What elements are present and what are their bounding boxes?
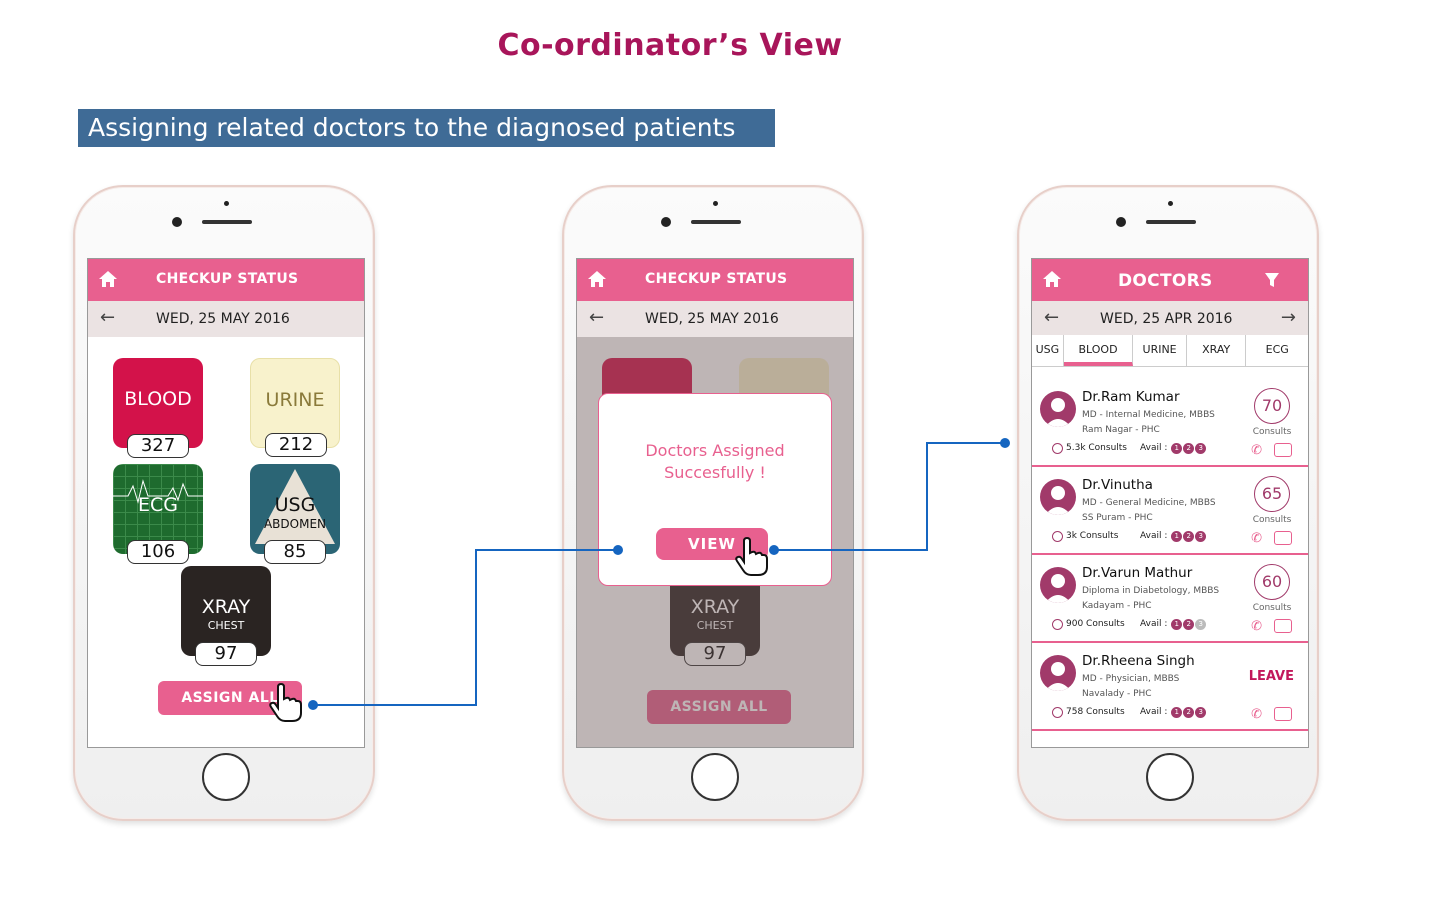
connector-dot [308,700,318,710]
connector-line-2 [774,442,1005,551]
connector-dot [613,545,623,555]
connector-line-1 [313,549,618,706]
flow-connectors [308,438,1010,710]
connector-dot [769,545,779,555]
connector-dot [1000,438,1010,448]
